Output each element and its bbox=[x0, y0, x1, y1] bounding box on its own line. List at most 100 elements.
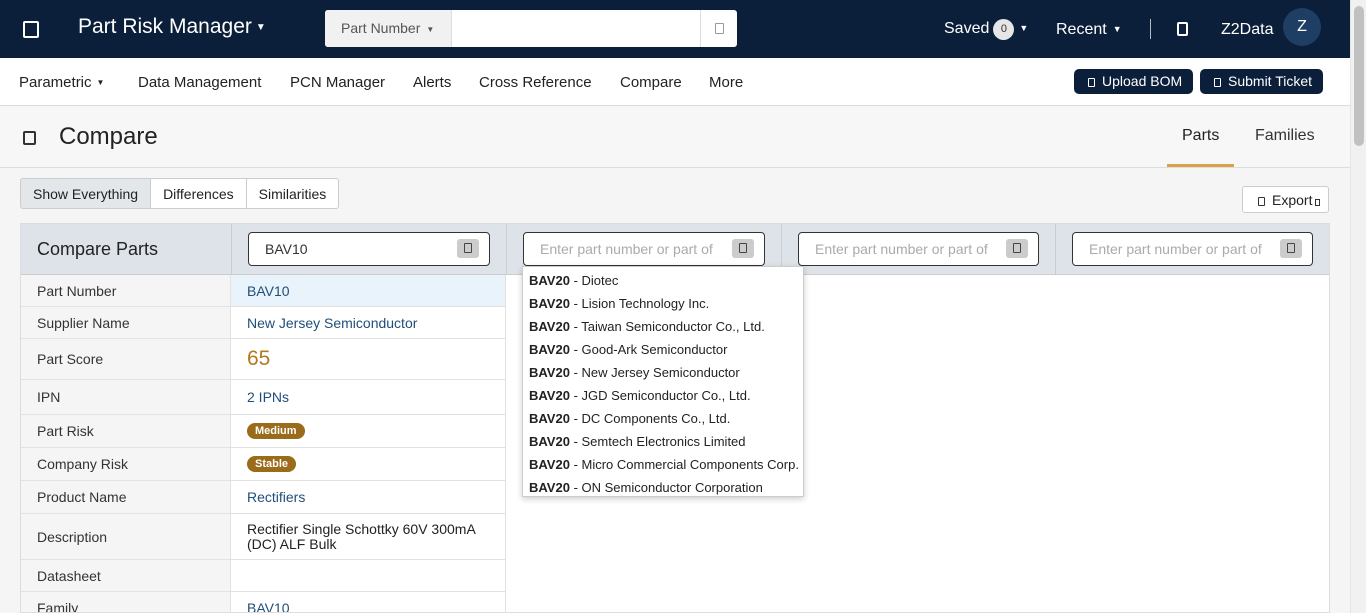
suggestion-part: BAV20 bbox=[529, 434, 570, 449]
ipn-link[interactable]: 2 IPNs bbox=[231, 380, 506, 414]
part-risk-cell: Medium bbox=[231, 415, 506, 447]
column-divider bbox=[231, 224, 232, 275]
suggestion-item[interactable]: BAV20 - Micro Commercial Components Corp… bbox=[523, 453, 803, 476]
suggestion-item[interactable]: BAV20 - Diotec bbox=[523, 269, 803, 292]
suggestion-item[interactable]: BAV20 - JGD Semiconductor Co., Ltd. bbox=[523, 384, 803, 407]
family-link[interactable]: BAV10 bbox=[231, 592, 506, 612]
recent-label: Recent bbox=[1056, 21, 1107, 38]
suggestion-item[interactable]: BAV20 - Good-Ark Semiconductor bbox=[523, 338, 803, 361]
nav-alerts[interactable]: Alerts bbox=[413, 74, 451, 91]
column-divider bbox=[506, 224, 507, 275]
table-row: Family BAV10 bbox=[21, 592, 506, 612]
notification-icon[interactable] bbox=[1177, 22, 1188, 36]
table-row: Company Risk Stable bbox=[21, 448, 506, 481]
clear-icon bbox=[464, 243, 472, 253]
suggestion-supplier: - Taiwan Semiconductor Co., Ltd. bbox=[569, 319, 765, 334]
page-header: Compare Parts Families bbox=[0, 107, 1350, 168]
part-slot-input[interactable] bbox=[249, 233, 489, 265]
part-slot-input[interactable] bbox=[524, 233, 764, 265]
table-row: Product Name Rectifiers bbox=[21, 481, 506, 514]
part-slot-3 bbox=[798, 232, 1039, 266]
toggle-show-everything[interactable]: Show Everything bbox=[20, 178, 152, 209]
submit-ticket-button[interactable]: Submit Ticket bbox=[1200, 69, 1324, 94]
search-input[interactable] bbox=[452, 10, 700, 47]
row-label: IPN bbox=[21, 380, 231, 414]
main-nav: Parametric ▼ Data Management PCN Manager … bbox=[0, 58, 1350, 106]
search-button[interactable] bbox=[700, 10, 737, 47]
header-divider bbox=[1150, 19, 1151, 39]
user-name[interactable]: Z2Data bbox=[1221, 21, 1273, 39]
part-slot-input[interactable] bbox=[799, 233, 1038, 265]
toggle-similarities[interactable]: Similarities bbox=[246, 178, 340, 209]
menu-toggle-icon[interactable] bbox=[23, 21, 39, 38]
export-icon bbox=[1258, 197, 1265, 206]
clear-icon bbox=[739, 243, 747, 253]
page-title: Compare bbox=[59, 123, 158, 150]
scrollbar-thumb[interactable] bbox=[1354, 6, 1364, 146]
clear-part-button[interactable] bbox=[1280, 239, 1302, 258]
status-badge: Medium bbox=[247, 423, 305, 439]
app-title-menu[interactable]: Part Risk Manager ▼ bbox=[78, 15, 266, 39]
export-button[interactable]: Export bbox=[1242, 186, 1329, 213]
nav-label: Parametric bbox=[19, 74, 92, 91]
nav-more[interactable]: More bbox=[709, 74, 743, 91]
caret-down-icon: ▼ bbox=[255, 21, 266, 33]
nav-data-management[interactable]: Data Management bbox=[138, 74, 261, 91]
supplier-link[interactable]: New Jersey Semiconductor bbox=[231, 307, 506, 338]
clear-part-button[interactable] bbox=[457, 239, 479, 258]
tab-parts[interactable]: Parts bbox=[1182, 127, 1219, 145]
column-divider bbox=[1055, 224, 1056, 275]
upload-bom-button[interactable]: Upload BOM bbox=[1074, 69, 1194, 94]
toggle-differences[interactable]: Differences bbox=[151, 178, 247, 209]
clear-part-button[interactable] bbox=[732, 239, 754, 258]
clear-part-button[interactable] bbox=[1006, 239, 1028, 258]
suggestion-item[interactable]: BAV20 - ON Semiconductor Corporation bbox=[523, 476, 803, 499]
suggestion-part: BAV20 bbox=[529, 457, 570, 472]
search-type-label: Part Number bbox=[341, 20, 421, 36]
suggestion-item[interactable]: BAV20 - Taiwan Semiconductor Co., Ltd. bbox=[523, 315, 803, 338]
nav-parametric[interactable]: Parametric ▼ bbox=[19, 74, 104, 91]
nav-pcn-manager[interactable]: PCN Manager bbox=[290, 74, 385, 91]
caret-icon bbox=[1315, 199, 1321, 206]
suggestion-part: BAV20 bbox=[529, 319, 570, 334]
tab-families[interactable]: Families bbox=[1255, 127, 1315, 145]
caret-down-icon: ▼ bbox=[1019, 23, 1029, 33]
recent-menu[interactable]: Recent ▼ bbox=[1056, 21, 1122, 39]
compare-rows: Part Number BAV10 Supplier Name New Jers… bbox=[21, 275, 506, 612]
upload-bom-label: Upload BOM bbox=[1102, 73, 1183, 89]
nav-cross-reference[interactable]: Cross Reference bbox=[479, 74, 592, 91]
saved-count-badge: 0 bbox=[993, 19, 1015, 40]
product-name-link[interactable]: Rectifiers bbox=[231, 481, 506, 513]
submit-ticket-label: Submit Ticket bbox=[1228, 73, 1313, 89]
suggestion-part: BAV20 bbox=[529, 365, 570, 380]
part-number-link[interactable]: BAV10 bbox=[231, 275, 506, 306]
suggestion-supplier: - Semtech Electronics Limited bbox=[569, 434, 746, 449]
datasheet-value[interactable] bbox=[231, 560, 506, 591]
saved-label: Saved bbox=[944, 20, 990, 37]
app-title: Part Risk Manager bbox=[78, 15, 252, 38]
saved-menu[interactable]: Saved 0 ▼ bbox=[944, 19, 1028, 40]
page-scrollbar[interactable] bbox=[1350, 0, 1366, 613]
clear-icon bbox=[1287, 243, 1295, 253]
suggestion-supplier: - Good-Ark Semiconductor bbox=[569, 342, 728, 357]
table-row: Supplier Name New Jersey Semiconductor bbox=[21, 307, 506, 339]
suggestion-supplier: - New Jersey Semiconductor bbox=[569, 365, 740, 380]
row-label: Description bbox=[21, 514, 231, 559]
table-row: IPN 2 IPNs bbox=[21, 380, 506, 415]
row-label: Company Risk bbox=[21, 448, 231, 480]
suggestion-part: BAV20 bbox=[529, 342, 570, 357]
caret-down-icon: ▼ bbox=[1112, 24, 1122, 34]
suggestion-item[interactable]: BAV20 - Lision Technology Inc. bbox=[523, 292, 803, 315]
row-label: Part Score bbox=[21, 339, 231, 379]
part-slot-input[interactable] bbox=[1073, 233, 1312, 265]
active-tab-indicator bbox=[1167, 164, 1234, 167]
suggestion-item[interactable]: BAV20 - DC Components Co., Ltd. bbox=[523, 407, 803, 430]
suggestion-item[interactable]: BAV20 - New Jersey Semiconductor bbox=[523, 361, 803, 384]
suggestion-item[interactable]: BAV20 - Semtech Electronics Limited bbox=[523, 430, 803, 453]
nav-compare[interactable]: Compare bbox=[620, 74, 682, 91]
search-type-select[interactable]: Part Number ▼ bbox=[325, 10, 452, 47]
caret-down-icon: ▼ bbox=[96, 78, 105, 87]
row-label: Part Number bbox=[21, 275, 231, 306]
avatar[interactable]: Z bbox=[1283, 8, 1321, 46]
part-slot-4 bbox=[1072, 232, 1313, 266]
